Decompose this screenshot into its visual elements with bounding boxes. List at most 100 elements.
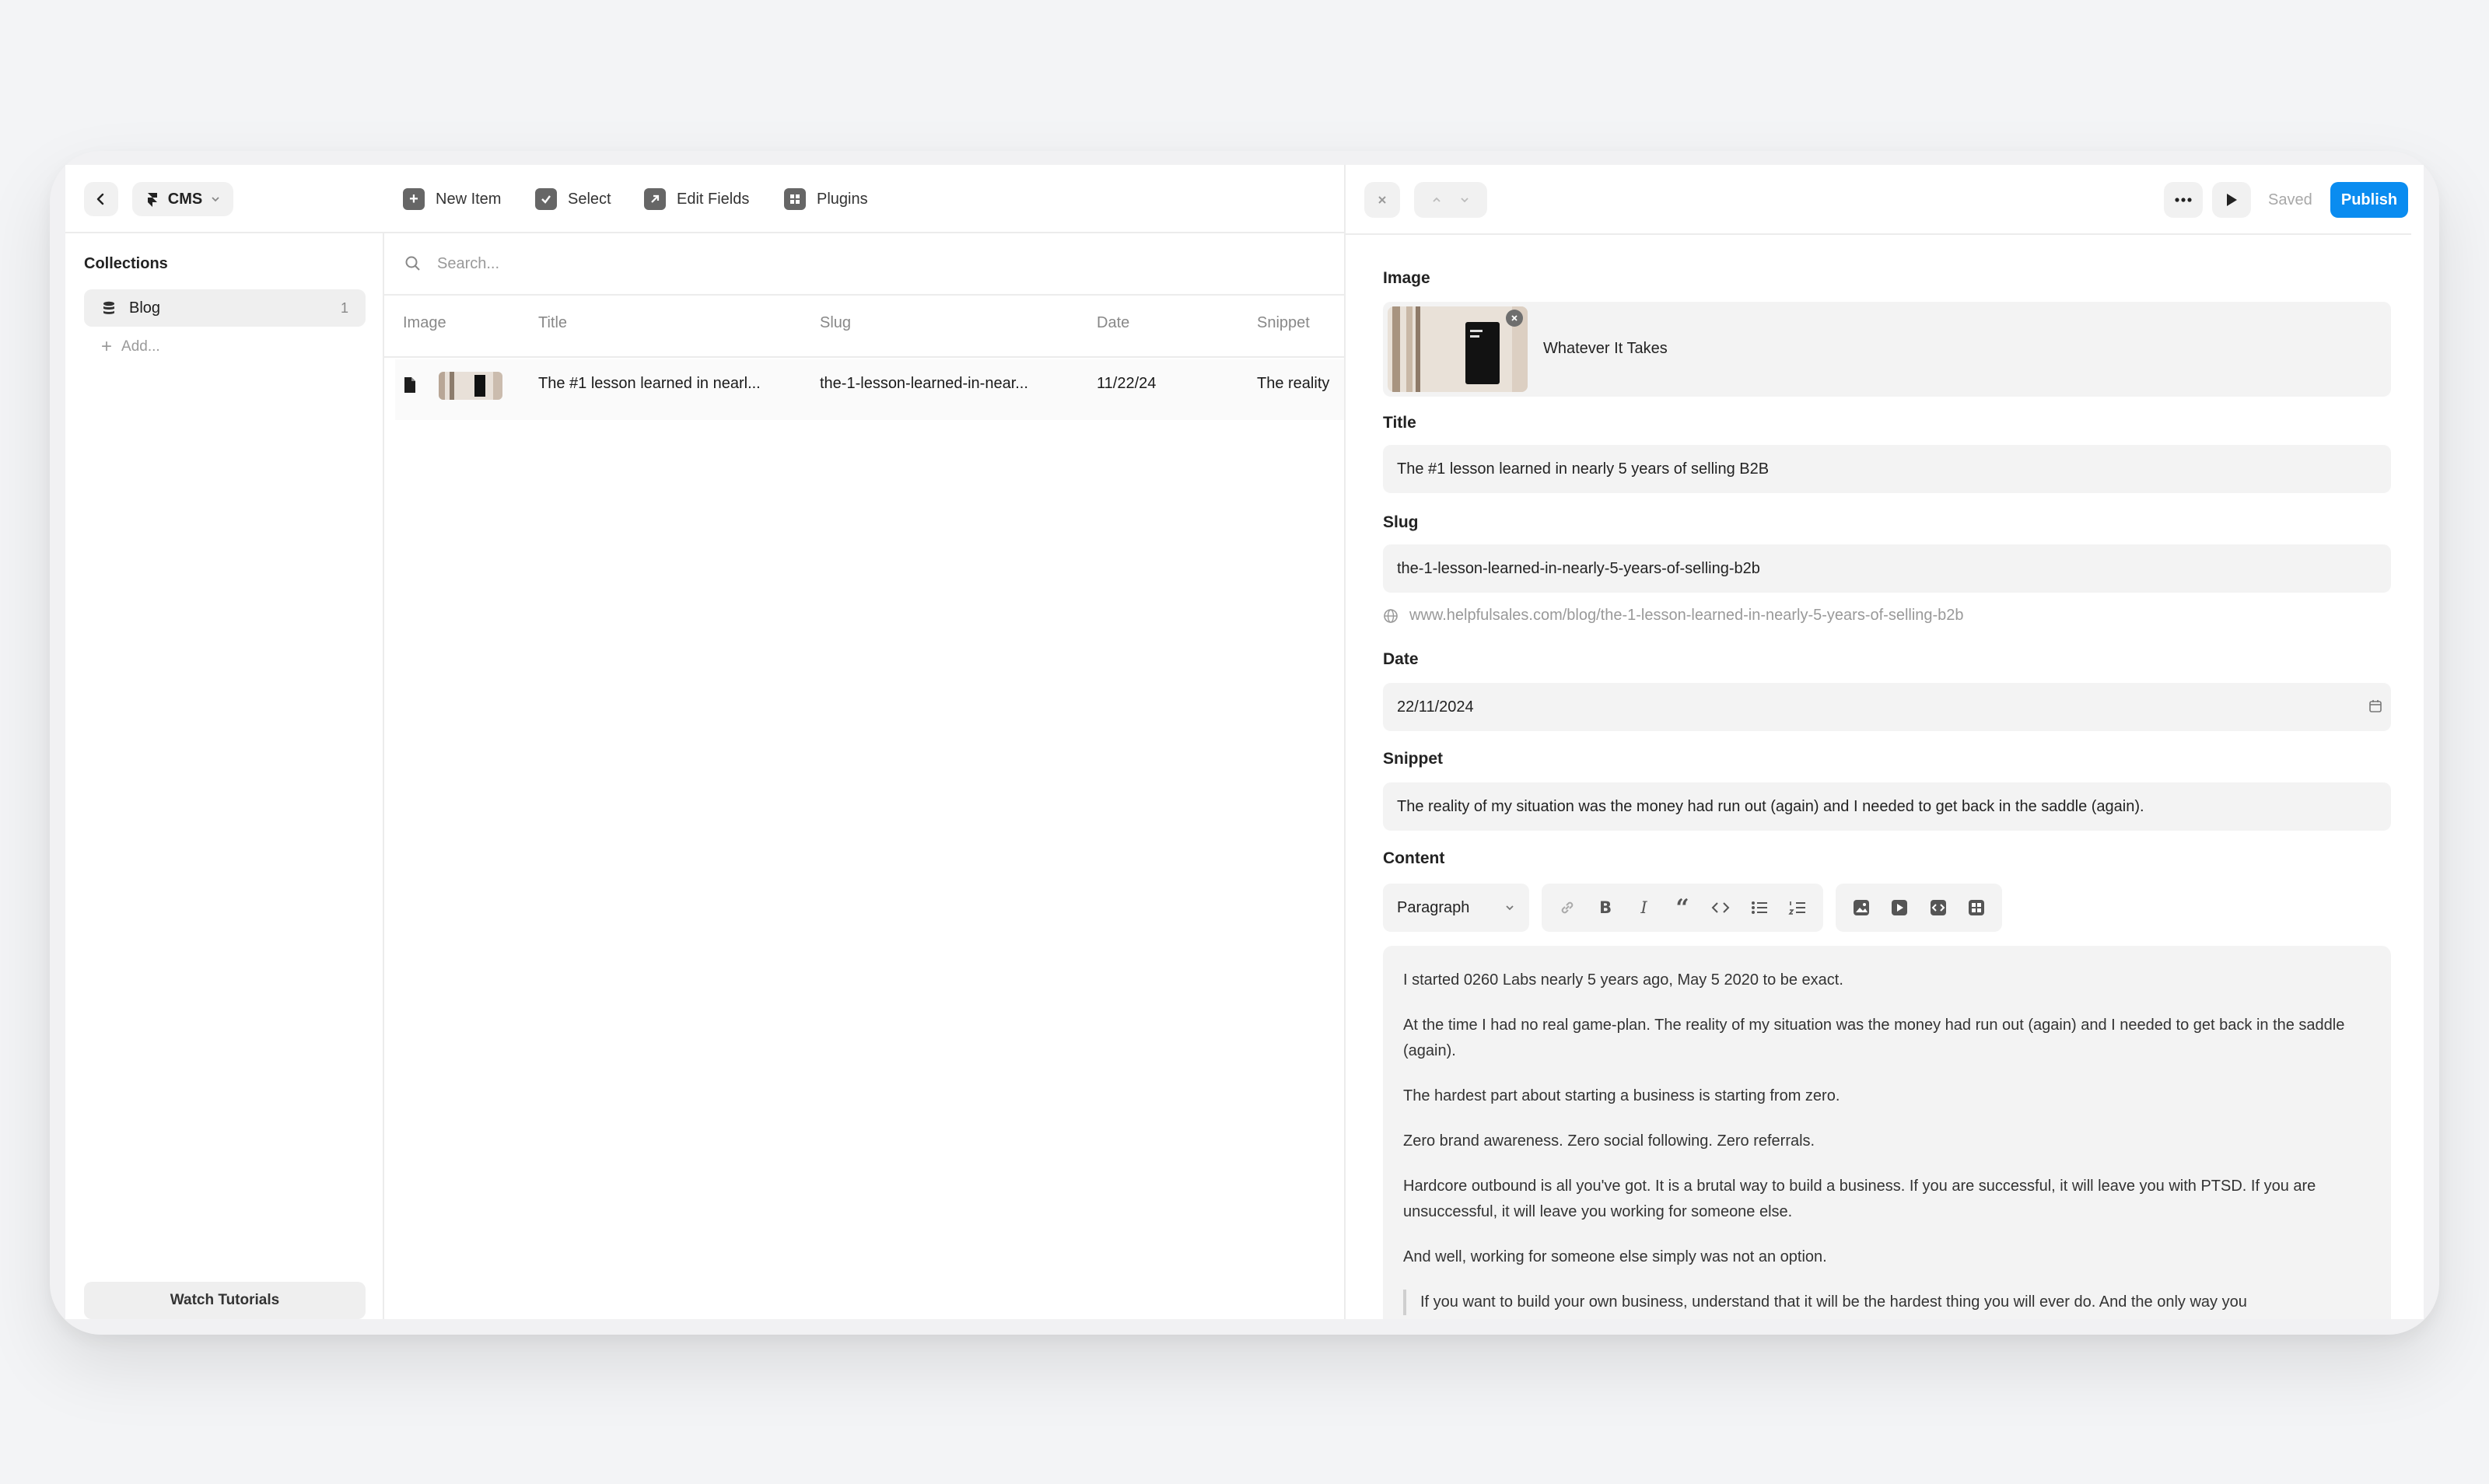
image-label: Image <box>1383 269 1430 287</box>
image-icon[interactable] <box>1850 896 1873 919</box>
column-header-image[interactable]: Image <box>403 314 446 332</box>
more-dots-icon <box>2175 198 2192 202</box>
chevron-left-icon <box>96 193 104 205</box>
video-icon[interactable] <box>1889 896 1912 919</box>
bullet-list-icon[interactable] <box>1748 896 1770 919</box>
cms-switcher[interactable]: CMS <box>132 182 233 216</box>
globe-icon <box>1384 609 1398 623</box>
quote-icon[interactable]: “ <box>1671 894 1693 922</box>
new-item-label: New Item <box>436 190 502 208</box>
edit-fields-button[interactable]: Edit Fields <box>644 182 749 216</box>
play-icon <box>2227 194 2237 206</box>
date-label: Date <box>1383 650 1419 668</box>
chevron-down-icon <box>212 197 219 202</box>
watch-tutorials-button[interactable]: Watch Tutorials <box>84 1282 366 1319</box>
slug-field[interactable]: the-1-lesson-learned-in-nearly-5-years-o… <box>1383 544 2391 593</box>
header-divider <box>384 356 1344 358</box>
content-blockquote: If you want to build your own business, … <box>1403 1290 2371 1315</box>
new-item-button[interactable]: + New Item <box>403 182 501 216</box>
plugins-label: Plugins <box>817 190 868 208</box>
numbered-list-icon[interactable] <box>1787 896 1809 919</box>
image-field[interactable] <box>1383 302 2391 397</box>
content-paragraph: The hardest part about starting a busine… <box>1403 1087 1840 1104</box>
document-icon <box>404 377 415 393</box>
plus-icon: + <box>101 336 113 357</box>
row-snippet: The reality <box>1257 375 1330 392</box>
framer-logo-icon <box>147 193 157 207</box>
plugins-grid-icon <box>784 188 806 210</box>
arrow-up-right-icon <box>644 188 666 210</box>
snippet-field[interactable]: The reality of my situation was the mone… <box>1383 782 2391 831</box>
publish-button[interactable]: Publish <box>2330 182 2408 218</box>
checkbox-icon <box>535 188 557 210</box>
embed-icon[interactable] <box>1927 896 1950 919</box>
cms-window: CMS + New Item Select Edit Fields Plugin… <box>65 165 2424 1319</box>
cms-label: CMS <box>167 190 203 208</box>
code-icon[interactable] <box>1710 896 1732 919</box>
close-icon <box>1378 196 1386 204</box>
add-collection-label: Add... <box>121 338 160 355</box>
content-paragraph: I started 0260 Labs nearly 5 years ago, … <box>1403 971 1843 989</box>
close-icon <box>1511 315 1518 321</box>
collections-sidebar <box>65 233 384 1319</box>
row-title: The #1 lesson learned in nearl... <box>538 375 761 392</box>
back-button[interactable] <box>84 182 118 216</box>
sidebar-item-label: Blog <box>129 299 161 317</box>
preview-button[interactable] <box>2212 182 2251 218</box>
slug-label: Slug <box>1383 513 1419 531</box>
select-button[interactable]: Select <box>535 182 611 216</box>
search-bar[interactable]: Search... <box>384 233 1344 296</box>
row-thumbnail <box>439 372 502 400</box>
content-paragraph: At the time I had no real game-plan. The… <box>1403 1017 2345 1059</box>
link-icon[interactable] <box>1556 896 1578 919</box>
content-paragraph: And well, working for someone else simpl… <box>1403 1248 1827 1265</box>
column-header-date[interactable]: Date <box>1097 314 1129 332</box>
search-icon <box>405 256 420 271</box>
italic-icon[interactable]: I <box>1633 896 1655 919</box>
snippet-label: Snippet <box>1383 750 1443 768</box>
component-icon[interactable] <box>1966 896 1989 919</box>
chevron-down-icon[interactable] <box>1459 194 1470 205</box>
column-header-snippet[interactable]: Snippet <box>1257 314 1310 332</box>
edit-fields-label: Edit Fields <box>677 190 750 208</box>
date-value: 22/11/2024 <box>1397 698 1474 716</box>
collections-heading: Collections <box>84 255 168 272</box>
bold-icon[interactable]: B <box>1594 896 1616 919</box>
content-paragraph: Zero brand awareness. Zero social follow… <box>1403 1132 1815 1150</box>
sidebar-item-count: 1 <box>340 299 348 316</box>
column-header-slug[interactable]: Slug <box>820 314 851 332</box>
sidebar-item-blog[interactable]: Blog 1 <box>84 289 366 327</box>
more-options-button[interactable] <box>2164 182 2203 218</box>
plugins-button[interactable]: Plugins <box>784 182 868 216</box>
content-paragraph: Hardcore outbound is all you've got. It … <box>1403 1178 2316 1220</box>
date-field[interactable]: 22/11/2024 <box>1383 683 2391 731</box>
close-button[interactable] <box>1364 182 1400 218</box>
add-collection-button[interactable]: + Add... <box>101 338 160 356</box>
image-caption: Whatever It Takes <box>1543 340 1668 357</box>
title-field[interactable]: The #1 lesson learned in nearly 5 years … <box>1383 445 2391 493</box>
content-label: Content <box>1383 849 1445 867</box>
row-slug: the-1-lesson-learned-in-near... <box>820 375 1028 392</box>
chevron-down-icon <box>1506 905 1514 911</box>
format-select[interactable]: Paragraph <box>1383 884 1529 932</box>
chevron-up-icon[interactable] <box>1431 194 1442 205</box>
calendar-icon[interactable] <box>2368 698 2383 714</box>
insert-toolbar <box>1836 884 2002 932</box>
saved-status: Saved <box>2268 191 2312 208</box>
plus-icon: + <box>403 188 425 210</box>
format-select-value: Paragraph <box>1397 898 1470 916</box>
select-label: Select <box>568 190 611 208</box>
url-preview: www.helpfulsales.com/blog/the-1-lesson-l… <box>1409 607 1964 624</box>
item-editor-panel: Saved Publish Image Whatever It Takes Ti… <box>1344 165 2424 1319</box>
panel-header-divider <box>1346 233 2411 235</box>
database-icon <box>103 301 114 314</box>
rich-text-editor[interactable]: I started 0260 Labs nearly 5 years ago, … <box>1383 946 2391 1319</box>
remove-image-button[interactable] <box>1506 310 1523 327</box>
search-input[interactable]: Search... <box>437 255 499 273</box>
row-date: 11/22/24 <box>1097 375 1157 392</box>
item-navigation[interactable] <box>1414 182 1487 218</box>
top-toolbar: CMS + New Item Select Edit Fields Plugin… <box>65 165 1344 233</box>
column-header-title[interactable]: Title <box>538 314 567 332</box>
text-format-toolbar: B I “ <box>1542 884 1823 932</box>
title-label: Title <box>1383 414 1416 432</box>
